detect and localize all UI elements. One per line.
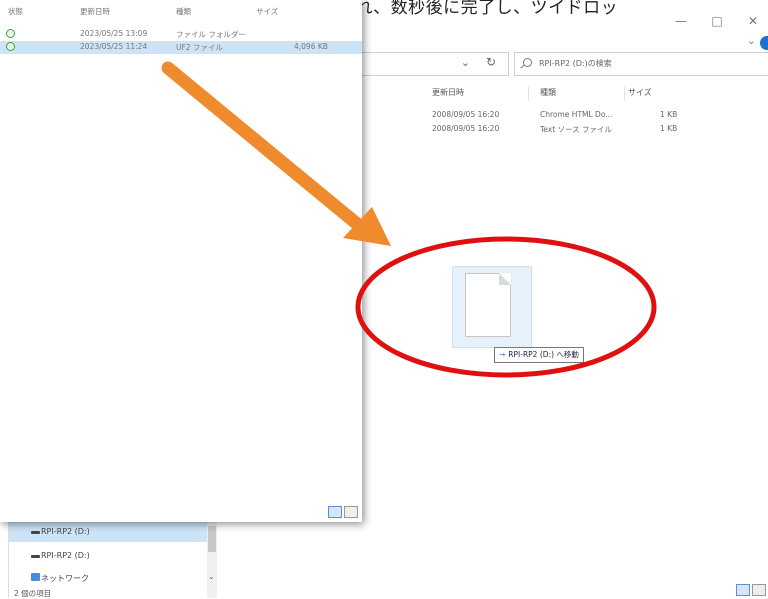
refresh-icon[interactable]: ↻	[486, 55, 496, 69]
column-separator[interactable]	[528, 87, 529, 101]
nav-item-rpi-rp2[interactable]: RPI-RP2 (D:)	[9, 522, 207, 542]
help-icon[interactable]	[760, 36, 768, 50]
file-type: Text ソース ファイル	[540, 125, 613, 134]
column-size[interactable]: サイズ	[256, 6, 278, 17]
drive-icon	[31, 531, 40, 534]
network-icon	[31, 573, 40, 581]
download-folder-window: 状態 更新日時 種類 サイズ 2023/05/25 13:09 ファイル フォル…	[0, 0, 362, 522]
list-item[interactable]: 2023/05/25 13:09 ファイル フォルダー	[0, 28, 362, 41]
item-size: 4,096 KB	[294, 42, 328, 51]
window-controls: — □ ✕	[674, 14, 760, 28]
sync-ok-icon	[6, 42, 15, 51]
item-type: UF2 ファイル	[176, 43, 223, 52]
details-view-icon[interactable]	[736, 584, 750, 596]
chevron-down-icon[interactable]: ⌄	[208, 572, 215, 581]
ribbon-expand-icon[interactable]: ⌄	[747, 34, 756, 47]
column-size[interactable]: サイズ	[628, 87, 652, 98]
file-page-icon	[465, 273, 511, 337]
details-view-icon[interactable]	[328, 506, 342, 518]
item-type: ファイル フォルダー	[176, 30, 246, 39]
large-icons-view-icon[interactable]	[344, 506, 358, 518]
search-placeholder: RPI-RP2 (D:)の検索	[539, 59, 612, 68]
nav-item-label: RPI-RP2 (D:)	[41, 551, 90, 560]
drop-target-tooltip: → RPI-RP2 (D:) へ移動	[494, 347, 584, 363]
sync-ok-icon	[6, 29, 15, 38]
status-item-count: 2 個の項目	[14, 589, 52, 598]
item-modified: 2023/05/25 11:24	[80, 42, 148, 51]
maximize-button[interactable]: □	[710, 14, 724, 28]
file-size: 1 KB	[660, 124, 678, 133]
item-modified: 2023/05/25 13:09	[80, 29, 148, 38]
popup-column-headers: 状態 更新日時 種類 サイズ	[0, 0, 362, 20]
nav-item-label: RPI-RP2 (D:)	[41, 527, 90, 536]
file-modified: 2008/09/05 16:20	[432, 124, 500, 133]
popup-view-toggle	[328, 506, 358, 518]
nav-item-label: ネットワーク	[41, 574, 89, 583]
arrow-right-icon: →	[499, 350, 506, 359]
column-modified[interactable]: 更新日時	[80, 6, 110, 17]
column-type[interactable]: 種類	[176, 6, 191, 17]
drag-ghost-file-icon	[452, 266, 532, 348]
column-type[interactable]: 種類	[540, 87, 556, 98]
search-input[interactable]: RPI-RP2 (D:)の検索	[514, 52, 768, 76]
address-dropdown-icon[interactable]: ⌄	[461, 56, 470, 69]
list-item-selected[interactable]: 2023/05/25 11:24 UF2 ファイル 4,096 KB	[0, 41, 362, 54]
scrollbar-thumb[interactable]	[208, 526, 216, 552]
drop-target-label: RPI-RP2 (D:) へ移動	[508, 350, 579, 359]
drive-icon	[31, 555, 40, 558]
file-modified: 2008/09/05 16:20	[432, 110, 500, 119]
nav-scrollbar[interactable]: ⌄	[207, 522, 217, 598]
address-bar[interactable]: ⌄ ↻	[362, 52, 509, 76]
minimize-button[interactable]: —	[674, 14, 688, 28]
column-modified[interactable]: 更新日時	[432, 87, 464, 98]
close-button[interactable]: ✕	[746, 14, 760, 28]
large-icons-view-icon[interactable]	[752, 584, 766, 596]
search-icon	[523, 58, 532, 67]
column-status[interactable]: 状態	[8, 6, 23, 17]
column-separator[interactable]	[624, 87, 625, 101]
file-type: Chrome HTML Do...	[540, 110, 613, 119]
nav-item-network[interactable]: ネットワーク	[9, 568, 207, 588]
nav-item-rpi-rp2[interactable]: RPI-RP2 (D:)	[9, 546, 207, 566]
file-size: 1 KB	[660, 110, 678, 119]
page-fold-icon	[499, 273, 511, 285]
view-toggle	[736, 584, 766, 596]
navigation-pane: RPI-RP2 (D:) RPI-RP2 (D:) ネットワーク ⌄	[8, 522, 217, 598]
